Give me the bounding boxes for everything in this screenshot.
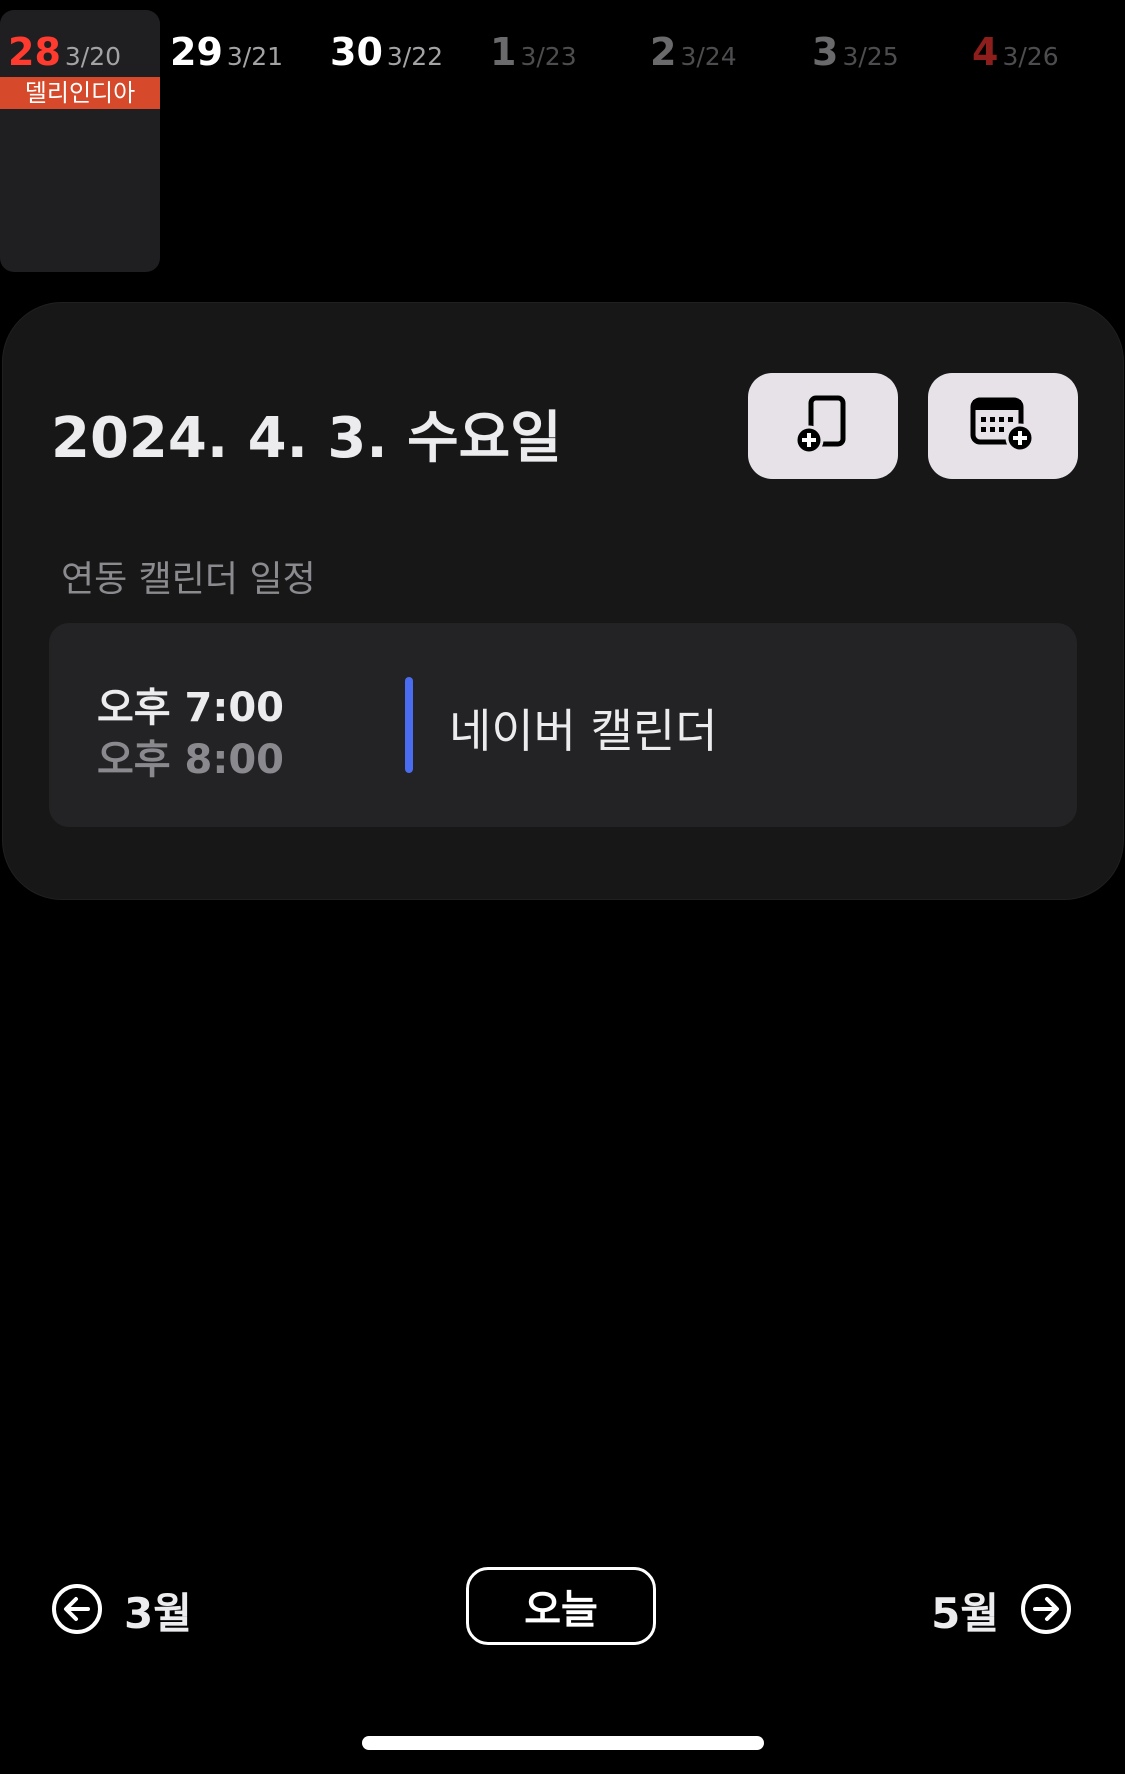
lunar-date: 3/21 [226, 42, 284, 71]
arrow-right-circle-icon [1019, 1582, 1073, 1640]
selected-date-title: 2024. 4. 3. 수요일 [51, 406, 562, 471]
arrow-left-circle-icon [50, 1582, 104, 1640]
day-detail-card: 2024. 4. 3. 수요일 연동 캘린더 일정 오후 7:00 오후 8:0… [2, 302, 1124, 900]
lunar-date: 3/26 [1002, 42, 1059, 71]
day-number: 4 [972, 30, 999, 74]
add-event-button[interactable] [928, 373, 1078, 479]
next-month-button[interactable]: 5월 [931, 1580, 1073, 1641]
home-indicator[interactable] [362, 1736, 764, 1750]
lunar-date: 3/24 [680, 42, 737, 71]
event-start-time: 오후 7:00 [97, 685, 285, 731]
day-number: 30 [330, 30, 383, 74]
day-number: 2 [650, 30, 677, 74]
lunar-date: 3/23 [520, 42, 577, 71]
add-note-button[interactable] [748, 373, 898, 479]
prev-month-button[interactable]: 3월 [50, 1580, 192, 1641]
event-end-time: 오후 8:00 [97, 737, 285, 783]
prev-month-label: 3월 [124, 1589, 192, 1638]
day-cell-2[interactable]: 2 3/24 [642, 10, 802, 272]
lunar-date: 3/20 [64, 42, 122, 71]
day-cell-3[interactable]: 3 3/25 [804, 10, 964, 272]
add-document-icon [791, 392, 855, 460]
event-color-bar [405, 677, 413, 773]
day-cell-1[interactable]: 1 3/23 [482, 10, 642, 272]
lunar-date: 3/25 [842, 42, 899, 71]
day-number: 3 [812, 30, 839, 74]
today-button[interactable]: 오늘 [466, 1567, 656, 1645]
day-cell-4[interactable]: 4 3/26 [964, 10, 1124, 272]
day-number: 29 [170, 30, 223, 74]
week-strip: 28 3/20 델리인디아 29 3/21 30 3/22 1 3/23 2 3/24 3… [0, 0, 1125, 280]
day-cell-28[interactable]: 28 3/20 델리인디아 [0, 10, 160, 272]
event-tag[interactable]: 델리인디아 [0, 77, 160, 109]
add-calendar-icon [967, 392, 1039, 460]
lunar-date: 3/22 [386, 42, 444, 71]
event-title: 네이버 캘린더 [449, 704, 718, 758]
day-number: 28 [8, 30, 61, 74]
event-item[interactable]: 오후 7:00 오후 8:00 네이버 캘린더 [49, 623, 1077, 827]
day-number: 1 [490, 30, 517, 74]
section-label: 연동 캘린더 일정 [61, 559, 316, 600]
day-cell-30[interactable]: 30 3/22 [322, 10, 482, 272]
next-month-label: 5월 [931, 1589, 999, 1638]
day-cell-29[interactable]: 29 3/21 [162, 10, 322, 272]
